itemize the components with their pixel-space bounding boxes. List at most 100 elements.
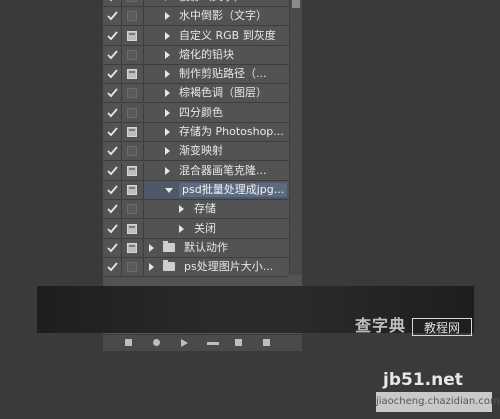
new-action-icon[interactable] — [235, 339, 242, 346]
expand-right-icon[interactable] — [179, 224, 184, 233]
action-row[interactable]: 四分颜色 — [103, 103, 289, 123]
toggle-dialog-checkbox[interactable] — [122, 238, 144, 257]
toggle-item-checkbox[interactable] — [103, 219, 122, 238]
toggle-item-checkbox[interactable] — [103, 180, 122, 199]
action-content[interactable]: 制作剪贴路径（... — [144, 65, 289, 83]
toggle-dialog-checkbox[interactable] — [122, 103, 144, 122]
dialog-icon — [127, 127, 137, 138]
check-icon — [107, 166, 118, 175]
action-content[interactable]: 自定义 RGB 到灰度 — [144, 27, 289, 45]
folder-icon — [163, 240, 175, 252]
toggle-item-checkbox[interactable] — [103, 161, 122, 180]
toggle-dialog-checkbox[interactable] — [122, 45, 144, 64]
toggle-item-checkbox[interactable] — [103, 7, 122, 26]
watermark-site-text: 查字典 — [355, 316, 407, 335]
toggle-dialog-checkbox[interactable] — [122, 219, 144, 238]
stop-icon[interactable] — [125, 339, 132, 346]
toggle-item-checkbox[interactable] — [103, 26, 122, 45]
check-icon — [107, 146, 118, 156]
expand-right-icon[interactable] — [165, 0, 170, 1]
toggle-item-checkbox[interactable] — [103, 142, 122, 161]
action-content[interactable]: 存储为 Photoshop... — [144, 123, 289, 141]
action-content[interactable]: 投影（文字） — [144, 0, 289, 6]
expand-right-icon[interactable] — [165, 31, 170, 40]
dialog-icon — [127, 49, 137, 60]
toggle-dialog-checkbox[interactable] — [122, 123, 144, 142]
action-row[interactable]: 自定义 RGB 到灰度 — [103, 26, 289, 46]
action-row[interactable]: psd批量处理成jpg... — [103, 180, 289, 200]
action-row[interactable]: 水中倒影（文字） — [103, 7, 289, 27]
action-content[interactable]: 水中倒影（文字） — [144, 7, 289, 25]
expand-right-icon[interactable] — [149, 263, 154, 272]
action-content[interactable]: psd批量处理成jpg... — [144, 180, 289, 199]
check-icon — [107, 185, 118, 195]
action-label: 投影（文字） — [179, 0, 245, 4]
toggle-dialog-checkbox[interactable] — [122, 180, 144, 199]
new-set-icon[interactable] — [207, 342, 219, 345]
expand-right-icon[interactable] — [179, 205, 184, 214]
expand-right-icon[interactable] — [149, 243, 154, 252]
expand-right-icon[interactable] — [165, 89, 170, 98]
scrollbar[interactable] — [289, 0, 302, 275]
toggle-item-checkbox[interactable] — [103, 200, 122, 219]
action-row[interactable]: 存储为 Photoshop... — [103, 123, 289, 143]
action-content[interactable]: 熔化的铅块 — [144, 46, 289, 64]
toggle-dialog-checkbox[interactable] — [122, 84, 144, 103]
expand-right-icon[interactable] — [165, 50, 170, 59]
dialog-icon — [127, 223, 137, 234]
expand-right-icon[interactable] — [165, 166, 170, 175]
expand-right-icon[interactable] — [165, 108, 170, 117]
toggle-item-checkbox[interactable] — [103, 258, 122, 277]
toggle-dialog-checkbox[interactable] — [122, 65, 144, 84]
expand-right-icon[interactable] — [165, 147, 170, 156]
action-content[interactable]: ps处理图片大小... — [144, 258, 289, 276]
trash-icon[interactable] — [263, 339, 270, 346]
toggle-dialog-checkbox[interactable] — [122, 7, 144, 26]
action-row[interactable]: 关闭 — [103, 219, 289, 239]
toggle-item-checkbox[interactable] — [103, 103, 122, 122]
action-row[interactable]: 存储 — [103, 200, 289, 220]
toggle-item-checkbox[interactable] — [103, 123, 122, 142]
action-row[interactable]: 投影（文字） — [103, 0, 289, 7]
action-content[interactable]: 混合器画笔克隆... — [144, 162, 289, 180]
action-row[interactable]: 制作剪贴路径（... — [103, 65, 289, 85]
action-content[interactable]: 渐变映射 — [144, 142, 289, 160]
toggle-dialog-checkbox[interactable] — [122, 258, 144, 277]
toggle-item-checkbox[interactable] — [103, 45, 122, 64]
expand-right-icon[interactable] — [165, 70, 170, 79]
action-row[interactable]: 混合器画笔克隆... — [103, 161, 289, 181]
expand-down-icon[interactable] — [165, 187, 173, 193]
watermark-tutorial-box: 教程网 — [412, 318, 472, 336]
action-row[interactable]: 默认动作 — [103, 238, 289, 258]
record-icon[interactable] — [153, 339, 160, 346]
action-content[interactable]: 默认动作 — [144, 239, 289, 257]
toggle-item-checkbox[interactable] — [103, 0, 122, 6]
expand-right-icon[interactable] — [165, 12, 170, 21]
scrollbar-thumb[interactable] — [292, 0, 300, 8]
check-icon — [107, 262, 118, 272]
toggle-dialog-checkbox[interactable] — [122, 161, 144, 180]
play-icon[interactable] — [181, 339, 188, 347]
toggle-dialog-checkbox[interactable] — [122, 142, 144, 161]
action-row[interactable]: 熔化的铅块 — [103, 45, 289, 65]
toggle-dialog-checkbox[interactable] — [122, 0, 144, 6]
action-row[interactable]: ps处理图片大小... — [103, 258, 289, 278]
toggle-dialog-checkbox[interactable] — [122, 26, 144, 45]
toggle-item-checkbox[interactable] — [103, 65, 122, 84]
action-content[interactable]: 棕褐色调（图层） — [144, 84, 289, 102]
expand-right-icon[interactable] — [165, 128, 170, 137]
toggle-item-checkbox[interactable] — [103, 84, 122, 103]
action-row[interactable]: 棕褐色调（图层） — [103, 84, 289, 104]
action-label: 水中倒影（文字） — [179, 9, 267, 23]
action-content[interactable]: 关闭 — [144, 220, 289, 238]
dialog-icon — [127, 204, 137, 215]
check-icon — [107, 243, 118, 253]
toggle-dialog-checkbox[interactable] — [122, 200, 144, 219]
toggle-item-checkbox[interactable] — [103, 238, 122, 257]
check-icon — [107, 108, 118, 118]
action-content[interactable]: 四分颜色 — [144, 104, 289, 122]
action-label: 四分颜色 — [179, 105, 223, 119]
action-label: 存储 — [194, 202, 216, 216]
action-row[interactable]: 渐变映射 — [103, 142, 289, 162]
action-content[interactable]: 存储 — [144, 200, 289, 218]
